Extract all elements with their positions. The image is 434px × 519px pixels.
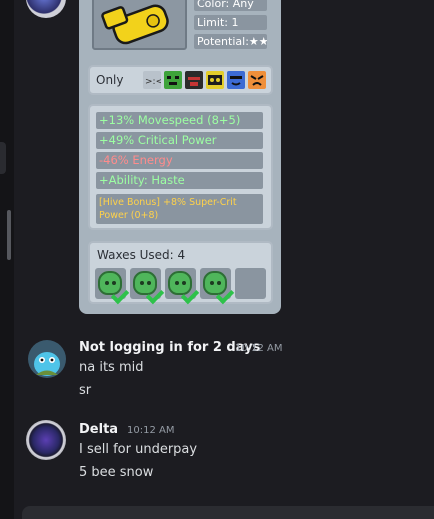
critical-power-stat: +49% Critical Power (96, 132, 263, 149)
message-timestamp: 10:12 AM (127, 425, 175, 436)
movespeed-stat: +13% Movespeed (8+5) (96, 112, 263, 129)
avatar[interactable] (26, 0, 66, 18)
wax-slot (130, 268, 165, 305)
avatar[interactable] (26, 420, 66, 460)
rage-bee-icon (206, 71, 224, 89)
message-text: I sell for underpay (79, 442, 198, 457)
message-input[interactable] (22, 506, 434, 519)
message-author[interactable]: Delta (79, 422, 118, 437)
angry-bee-icon (248, 71, 266, 89)
waxes-panel: Waxes Used: 4 (88, 241, 273, 305)
message-text: 5 bee snow (79, 465, 154, 480)
wax-slot (95, 268, 130, 305)
waxes-used-label: Waxes Used: 4 (97, 248, 186, 262)
scrollbar-thumb[interactable] (7, 210, 11, 260)
message-text: na its mid (79, 360, 144, 375)
potential-stat: Potential:★★★★ (194, 34, 267, 49)
avatar[interactable] (28, 340, 66, 378)
rad-bee-icon: >:< (143, 71, 163, 89)
channel-indicator (0, 142, 6, 174)
only-bees-panel: Only >:< (88, 65, 273, 95)
item-card-image[interactable]: Color: Any Limit: 1 Potential:★★★★ Only … (79, 0, 281, 314)
only-label: Only (96, 73, 124, 87)
empty-wax-slot (235, 268, 266, 299)
ability-stat: +Ability: Haste (96, 172, 263, 189)
message-timestamp: 10:12 AM (235, 343, 283, 354)
wax-slot (200, 268, 235, 305)
message-author[interactable]: Not logging in for 2 days (79, 340, 260, 355)
svg-text:>:<: >:< (145, 77, 161, 87)
stats-panel: +13% Movespeed (8+5) +49% Critical Power… (88, 104, 273, 230)
demon-bee-icon (164, 71, 182, 89)
cool-bee-icon (227, 71, 245, 89)
hive-bonus-stat: [Hive Bonus] +8% Super-Crit Power (0+8) (96, 194, 263, 224)
ninja-bee-icon (185, 71, 203, 89)
color-stat: Color: Any (194, 0, 267, 11)
limit-stat: Limit: 1 (194, 15, 267, 30)
message-text: sr (79, 383, 92, 398)
whistle-item-image (92, 0, 187, 50)
energy-stat: -46% Energy (96, 152, 263, 169)
wax-slot (165, 268, 200, 305)
